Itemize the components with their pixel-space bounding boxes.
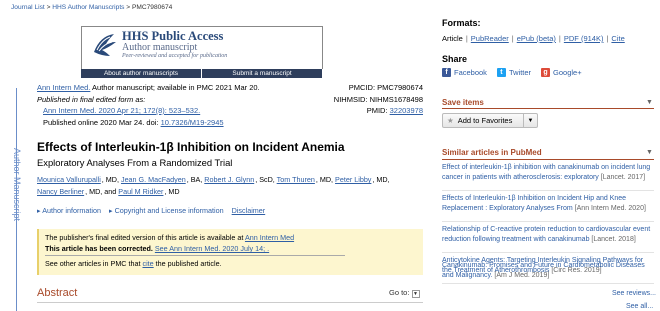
format-epub-link[interactable]: ePub (beta) xyxy=(517,34,556,43)
format-pubreader-link[interactable]: PubReader xyxy=(471,34,509,43)
submit-manuscript-button[interactable]: Submit a manuscript xyxy=(202,69,323,78)
save-items-heading: Save items xyxy=(442,98,484,107)
cite-link[interactable]: cite xyxy=(142,259,153,268)
share-heading: Share xyxy=(442,54,468,64)
breadcrumb-journal-list[interactable]: Journal List xyxy=(11,4,45,11)
abstract-heading: Abstract xyxy=(37,287,78,299)
final-edited-citation-link[interactable]: Ann Intern Med. 2020 Apr 21; 172(8): 523… xyxy=(43,106,200,115)
save-items-divider xyxy=(442,108,654,109)
journal-link[interactable]: Ann Intern Med. xyxy=(37,83,90,92)
see-reviews-link[interactable]: See reviews... xyxy=(612,290,656,297)
similar-articles-divider xyxy=(442,159,654,160)
hhs-eagle-logo-icon xyxy=(94,34,116,56)
author-list: Mounica Vallurupalli, MD, Jean G. MacFad… xyxy=(37,175,390,196)
copyright-license-toggle[interactable]: ▸ Copyright and License information xyxy=(109,206,224,215)
list-item: Relationship of C-reactive protein reduc… xyxy=(442,224,654,253)
format-article: Article xyxy=(442,34,463,43)
article-title: Effects of Interleukin-1β Inhibition on … xyxy=(37,140,345,154)
collapse-triangle-icon[interactable]: ▼ xyxy=(646,149,653,156)
star-icon: ★ xyxy=(447,116,454,125)
published-final-label: Published in final edited form as: xyxy=(37,94,146,104)
breadcrumb-hhs-author-manuscripts[interactable]: HHS Author Manuscripts xyxy=(52,4,124,11)
collapse-triangle-icon[interactable]: ▼ xyxy=(646,99,653,106)
publisher-version-link[interactable]: Ann Intern Med xyxy=(245,233,294,242)
chevron-down-icon: ▼ xyxy=(411,290,420,298)
author-link[interactable]: Tom Thuren xyxy=(277,175,315,184)
facebook-icon: f xyxy=(442,68,451,77)
formats-heading: Formats: xyxy=(442,18,481,28)
author-link[interactable]: Peter Libby xyxy=(335,175,371,184)
see-all-link[interactable]: See all... xyxy=(626,303,653,310)
author-link[interactable]: Mounica Vallurupalli xyxy=(37,175,101,184)
publisher-notice-box: The publisher's final edited version of … xyxy=(37,229,423,275)
article-subtitle: Exploratory Analyses From a Randomized T… xyxy=(37,157,233,168)
pmid-link[interactable]: 32203978 xyxy=(390,106,423,115)
favorites-dropdown-caret-icon[interactable]: ▼ xyxy=(523,114,537,127)
disclaimer-link[interactable]: Disclaimer xyxy=(232,206,266,215)
article-info-links: ▸ Author information ▸ Copyright and Lic… xyxy=(37,206,265,215)
add-to-favorites-button[interactable]: ★ Add to Favorites ▼ xyxy=(442,113,538,128)
correction-link[interactable]: See Ann Intern Med. 2020 July 14; . xyxy=(155,244,269,253)
hhs-tagline: Peer-reviewed and accepted for publicati… xyxy=(122,53,228,59)
twitter-icon: t xyxy=(496,68,506,77)
share-facebook-button[interactable]: f Facebook xyxy=(442,68,487,77)
breadcrumb: Journal List > HHS Author Manuscripts > … xyxy=(11,4,173,11)
abstract-divider xyxy=(37,302,423,303)
hhs-subtitle: Author manuscript xyxy=(122,42,198,53)
list-item: Effect of interleukin-1β inhibition with… xyxy=(442,162,654,191)
google-plus-icon: g xyxy=(541,68,551,77)
notice-divider xyxy=(45,255,345,256)
author-link[interactable]: Nancy Berliner xyxy=(37,187,84,196)
similar-articles-heading: Similar articles in PubMed xyxy=(442,148,542,157)
format-cite-link[interactable]: Cite xyxy=(611,34,624,43)
share-links: f Facebook t Twitter g Google+ xyxy=(442,68,582,77)
list-item: Effects of Interleukin-1β Inhibition on … xyxy=(442,193,654,222)
hhs-public-access-banner: HHS Public Access Author manuscript Peer… xyxy=(81,26,323,78)
share-twitter-button[interactable]: t Twitter xyxy=(496,68,531,77)
goto-menu[interactable]: Go to: ▼ xyxy=(389,288,420,298)
doi-link[interactable]: 10.7326/M19-2945 xyxy=(161,118,224,127)
about-author-manuscripts-button[interactable]: About author manuscripts xyxy=(81,69,202,78)
author-information-toggle[interactable]: ▸ Author information xyxy=(37,206,101,215)
author-manuscript-sidebar-label: Author Manuscript xyxy=(12,148,22,222)
format-pdf-link[interactable]: PDF (914K) xyxy=(564,34,604,43)
share-google-button[interactable]: g Google+ xyxy=(541,68,582,77)
pmcid: PMCID: PMC7980674 xyxy=(348,83,423,92)
citation-block: Ann Intern Med. Author manuscript; avail… xyxy=(37,82,297,128)
list-item: Canakinumab: Promises and Future in Card… xyxy=(442,262,645,279)
author-link[interactable]: Paul M Ridker xyxy=(118,187,163,196)
breadcrumb-current: PMC7980674 xyxy=(131,4,173,11)
formats-links: Article | PubReader | ePub (beta) | PDF (914K)… xyxy=(442,34,625,43)
nihmsid: NIHMSID: NIHMS1678498 xyxy=(333,94,423,104)
author-link[interactable]: Robert J. Glynn xyxy=(204,175,254,184)
identifiers-block: PMCID: PMC7980674 NIHMSID: NIHMS1678498 … xyxy=(303,82,423,117)
author-link[interactable]: Jean G. MacFadyen xyxy=(121,175,186,184)
